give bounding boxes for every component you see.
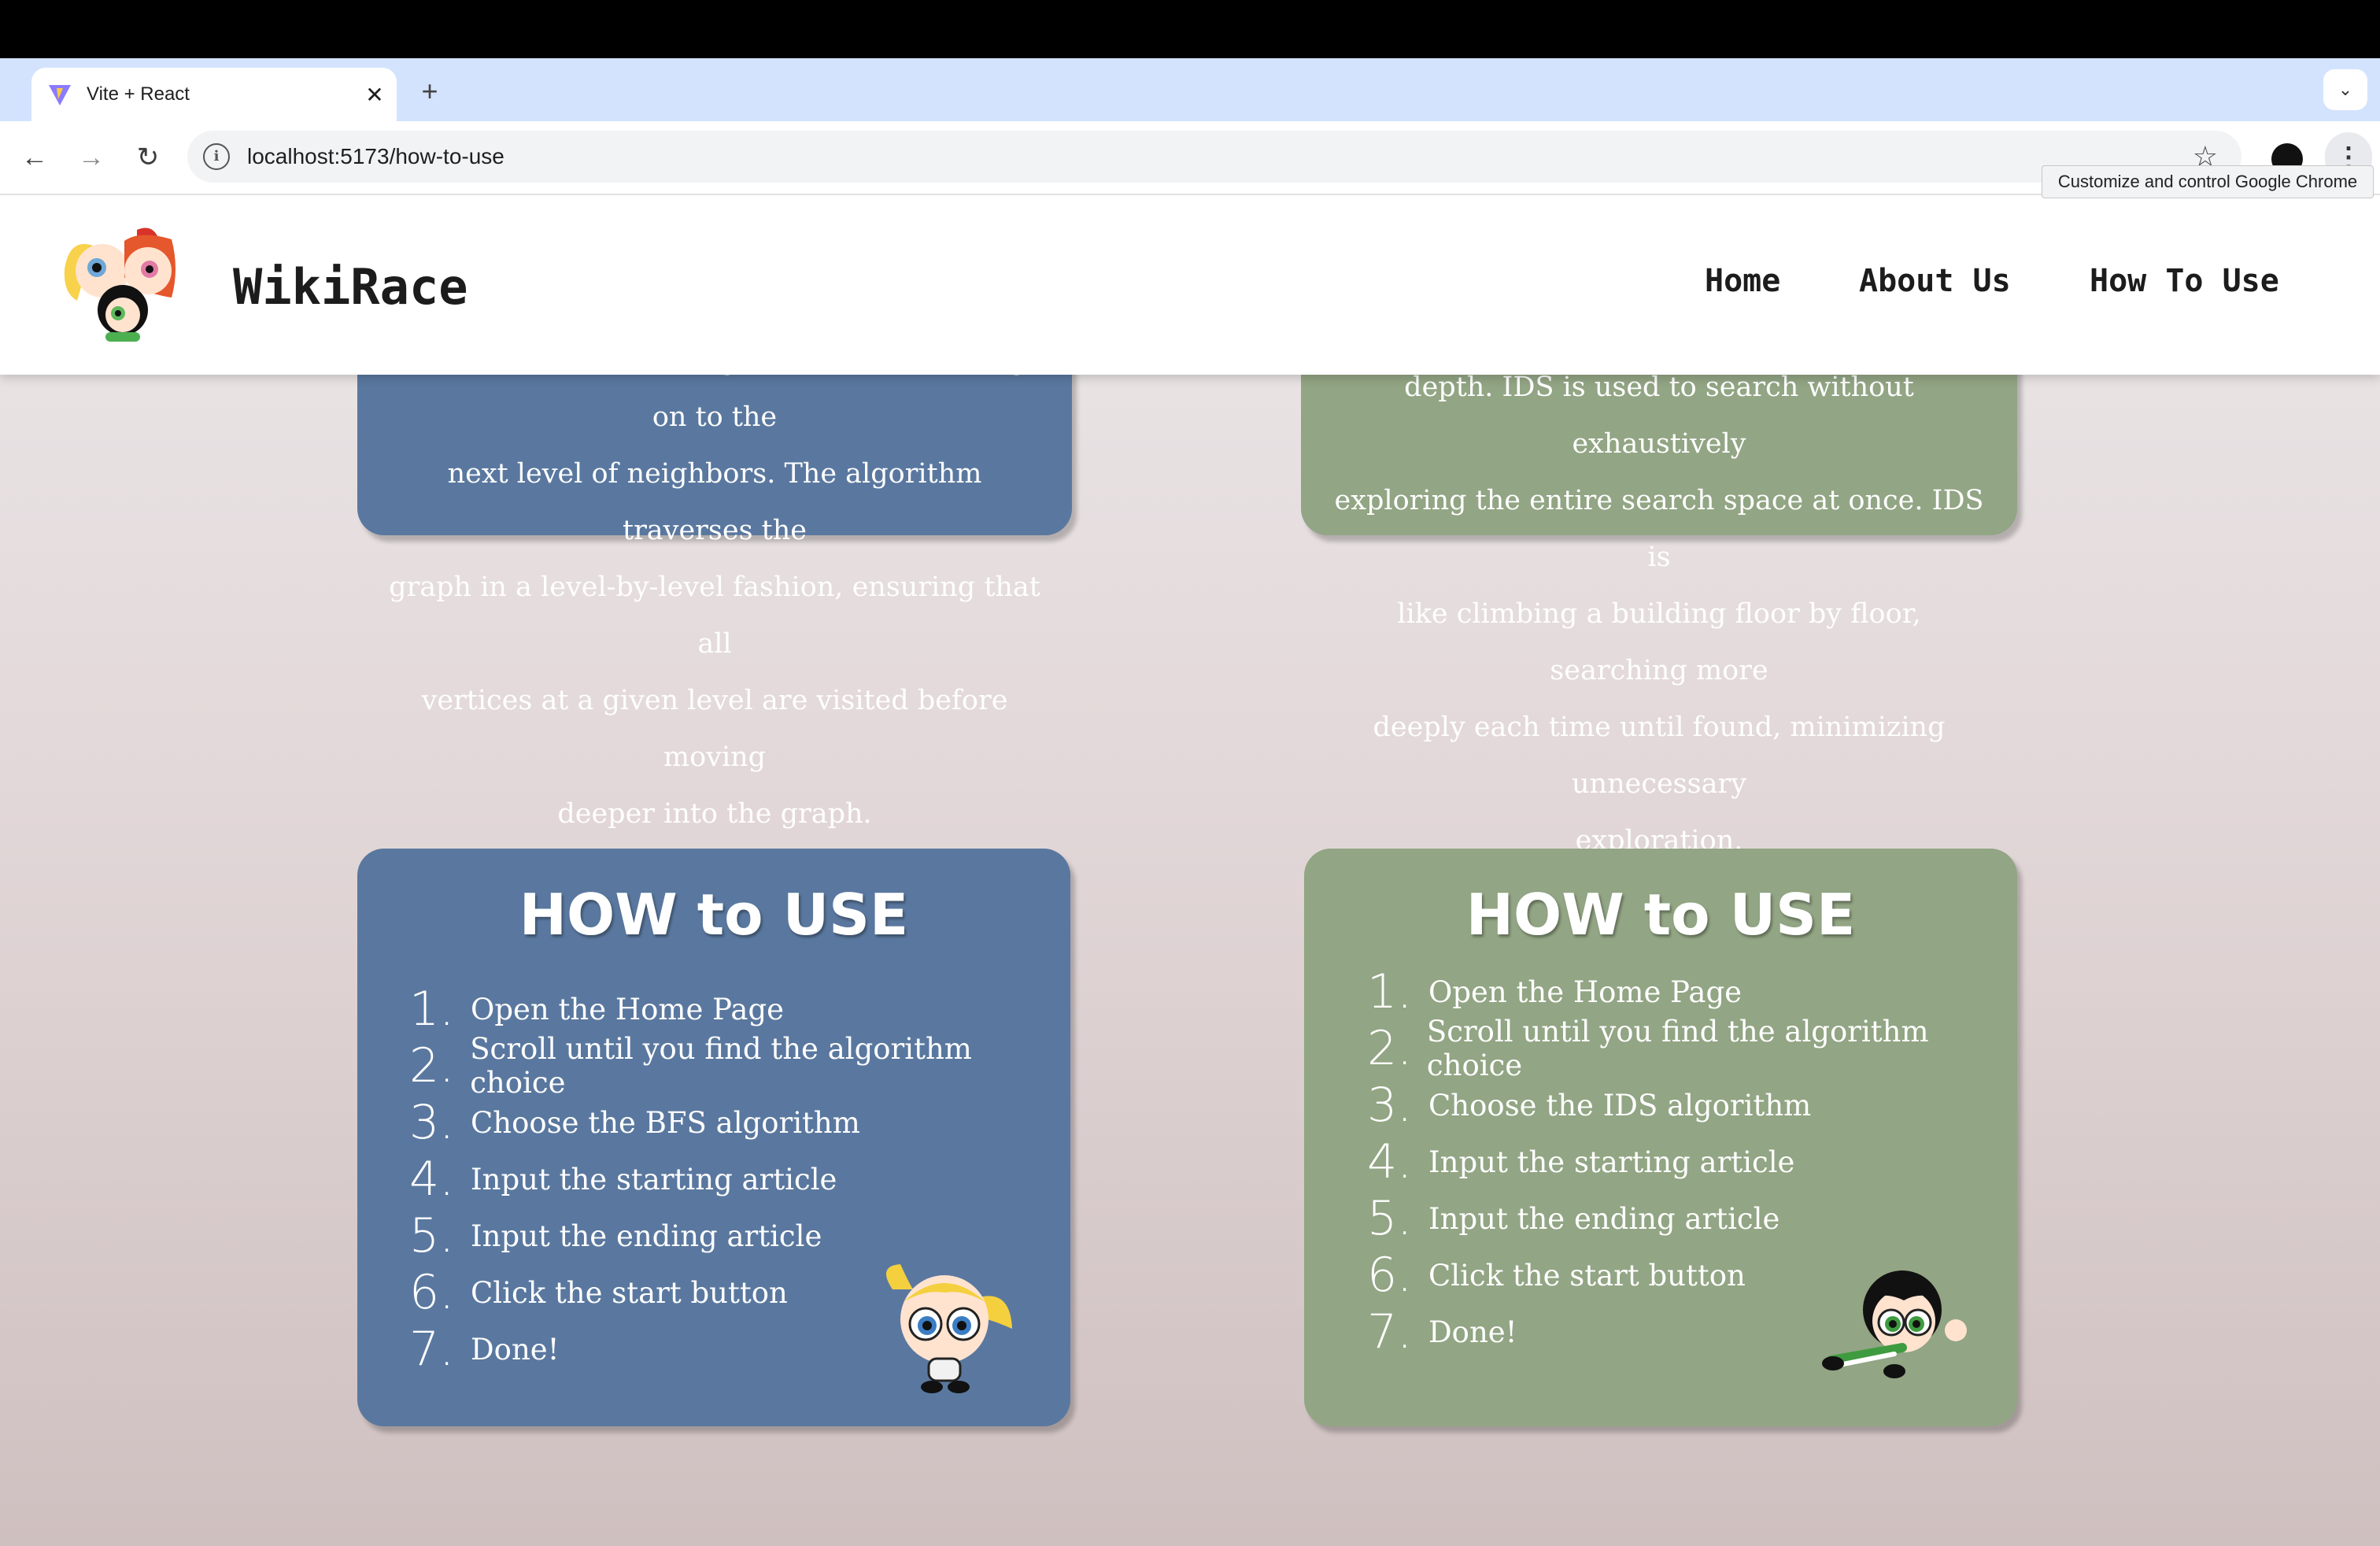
step-item: 2. Scroll until you find the algorithm ch…	[1367, 1015, 2017, 1082]
step-text: Input the ending article	[471, 1219, 822, 1253]
ids-line: like climbing a building floor by floor,…	[1397, 598, 1921, 686]
step-item: 4. Input the starting article	[1367, 1134, 2017, 1190]
url-text[interactable]: localhost:5173/how-to-use	[247, 144, 2193, 169]
ids-description-text: depth. IDS is used to search without exh…	[1332, 359, 1986, 869]
step-number: 5.	[409, 1208, 455, 1263]
browser-tab[interactable]: Vite + React ✕	[31, 68, 397, 121]
step-number: 3.	[409, 1095, 455, 1150]
step-number: 5.	[1367, 1191, 1413, 1246]
step-number: 6.	[1367, 1248, 1413, 1303]
back-arrow-icon[interactable]: ←	[14, 137, 55, 178]
step-text: Input the ending article	[1428, 1201, 1780, 1236]
step-item: 4. Input the starting article	[409, 1151, 1070, 1208]
step-number: 1.	[409, 982, 455, 1037]
powerpuff-logo[interactable]	[61, 222, 190, 348]
step-text: Done!	[1428, 1315, 1517, 1349]
step-number: 2.	[1367, 1021, 1413, 1076]
nav-about-us[interactable]: About Us	[1859, 263, 2011, 299]
brand-title[interactable]: WikiRace	[233, 258, 468, 316]
tab-strip: Vite + React ✕ + ⌄	[0, 58, 2380, 121]
step-number: 2.	[409, 1038, 455, 1093]
new-tab-button[interactable]: +	[412, 74, 447, 109]
step-text: Open the Home Page	[471, 992, 785, 1026]
step-number: 7.	[1367, 1304, 1413, 1359]
buttercup-character	[1822, 1270, 1967, 1378]
step-item: 5. Input the ending article	[409, 1208, 1070, 1264]
step-text: Input the starting article	[1428, 1145, 1795, 1179]
close-icon[interactable]: ✕	[359, 82, 390, 108]
step-item: 5. Input the ending article	[1367, 1190, 2017, 1247]
nav-home[interactable]: Home	[1705, 263, 1780, 299]
step-number: 3.	[1367, 1078, 1413, 1133]
step-item: 1. Open the Home Page	[1367, 963, 2017, 1020]
vite-favicon	[49, 85, 71, 105]
step-number: 4.	[409, 1152, 455, 1207]
tab-search-button[interactable]: ⌄	[2323, 69, 2367, 110]
tooltip: Customize and control Google Chrome	[2042, 165, 2374, 198]
step-item: 2. Scroll until you find the algorithm ch…	[409, 1032, 1070, 1100]
step-number: 6.	[409, 1265, 455, 1320]
bubbles-character	[886, 1264, 1012, 1393]
how-to-use-ids-card: HOW to USE 1. Open the Home Page 2. Scroll…	[1304, 849, 2017, 1426]
bfs-line: graph in a level-by-level fashion, ensur…	[389, 571, 1040, 660]
step-item: 1. Open the Home Page	[409, 981, 1070, 1037]
step-text: Click the start button	[471, 1275, 788, 1310]
step-number: 1.	[1367, 964, 1413, 1019]
screen-top-bar	[0, 0, 2380, 58]
step-text: Choose the IDS algorithm	[1428, 1088, 1812, 1123]
page-content: WikiRace Home About Us How To Use and ex…	[0, 195, 2380, 1546]
step-text: Click the start button	[1428, 1258, 1746, 1293]
nav-how-to-use[interactable]: How To Use	[2090, 263, 2279, 299]
step-text: Scroll until you find the algorithm choi…	[470, 1032, 972, 1100]
bfs-line: deeper into the graph.	[557, 798, 872, 830]
how-to-use-bfs-card: HOW to USE 1. Open the Home Page 2. Scroll…	[357, 849, 1070, 1426]
bfs-description-text: and explores all its neighbors before mo…	[389, 332, 1040, 842]
step-number: 4.	[1367, 1134, 1413, 1189]
chevron-down-icon: ⌄	[2338, 80, 2353, 99]
step-number: 7.	[409, 1322, 455, 1377]
browser-toolbar: ← → ↻ i localhost:5173/how-to-use ☆ ⋮	[0, 121, 2380, 195]
card-title: HOW to USE	[1465, 882, 1856, 948]
step-text: Input the starting article	[471, 1162, 837, 1196]
step-text: Done!	[471, 1332, 560, 1367]
step-item: 3. Choose the BFS algorithm	[409, 1094, 1070, 1151]
info-icon[interactable]: i	[203, 143, 230, 170]
forward-arrow-icon[interactable]: →	[71, 137, 112, 178]
step-text: Choose the BFS algorithm	[471, 1105, 860, 1140]
step-text: Scroll until you find the algorithm choi…	[1426, 1015, 1929, 1082]
tab-title: Vite + React	[87, 83, 190, 105]
bfs-line: next level of neighbors. The algorithm t…	[447, 458, 982, 546]
step-text: Open the Home Page	[1428, 975, 1743, 1009]
card-title: HOW to USE	[519, 882, 909, 948]
ids-line: exploring the entire search space at onc…	[1334, 485, 1984, 573]
ids-line: depth. IDS is used to search without exh…	[1404, 372, 1914, 460]
reload-icon[interactable]: ↻	[128, 137, 168, 178]
ids-line: deeply each time until found, minimizing…	[1373, 712, 1946, 800]
bfs-line: vertices at a given level are visited be…	[421, 685, 1008, 773]
address-bar[interactable]: i localhost:5173/how-to-use ☆	[187, 131, 2241, 183]
step-item: 3. Choose the IDS algorithm	[1367, 1077, 2017, 1134]
site-header: WikiRace Home About Us How To Use	[0, 195, 2380, 375]
